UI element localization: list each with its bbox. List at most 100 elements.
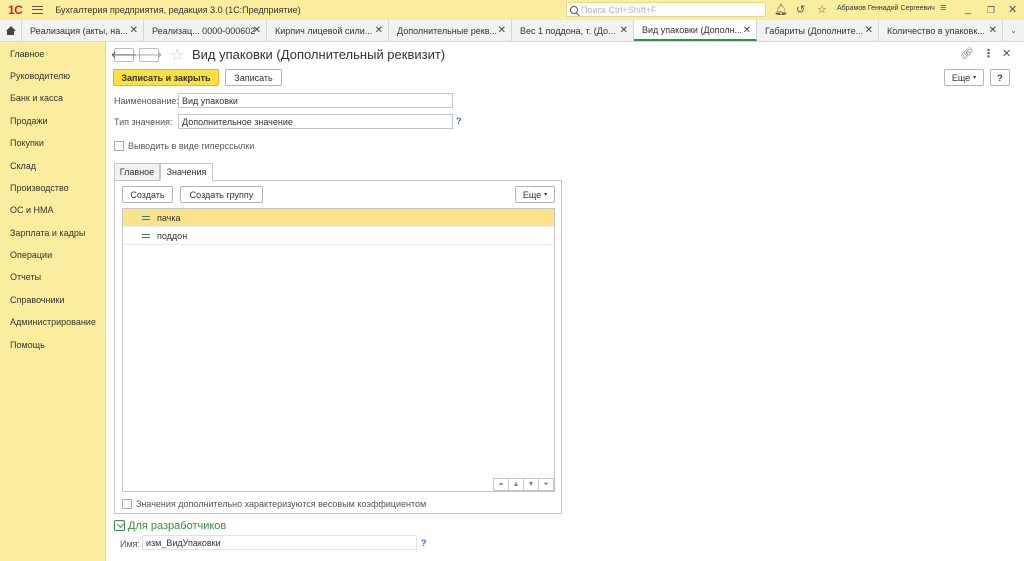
tab-package-type[interactable]: Вид упаковки (Дополн... ✕ — [634, 20, 757, 41]
restore-icon[interactable]: ❐ — [987, 5, 995, 16]
sidebar-item-fixed-assets[interactable]: ОС и НМА — [0, 199, 105, 221]
values-list[interactable]: пачка поддон ⏶ ▲ ▼ ⏷ — [122, 208, 555, 492]
search-box[interactable] — [566, 2, 766, 17]
minimize-icon[interactable]: _ — [965, 3, 971, 15]
list-item[interactable]: пачка — [123, 209, 554, 227]
scroll-top-button[interactable]: ⏶ — [493, 478, 509, 491]
tab-main[interactable]: Главное — [114, 163, 160, 181]
close-icon[interactable]: ✕ — [130, 25, 138, 36]
back-button[interactable]: 🡐 — [111, 48, 137, 62]
tab-label: Габариты (Дополните... — [765, 25, 864, 36]
internal-name-help-icon[interactable]: ? — [421, 538, 427, 548]
close-icon[interactable]: ✕ — [498, 25, 506, 36]
sidebar-item-production[interactable]: Производство — [0, 177, 105, 199]
tab-label: Количество в упаковк... — [887, 25, 985, 36]
sidebar-item-payroll[interactable]: Зарплата и кадры — [0, 222, 105, 244]
values-more-button[interactable]: Еще ▾ — [515, 186, 555, 203]
weight-coefficient-checkbox[interactable] — [122, 499, 132, 509]
close-icon[interactable]: ✕ — [253, 25, 261, 36]
app-title: Бухгалтерия предприятия, редакция 3.0 (1… — [55, 5, 301, 15]
title-bar: 1С Бухгалтерия предприятия, редакция 3.0… — [0, 0, 1024, 20]
chevron-down-icon[interactable] — [114, 520, 125, 531]
sidebar: Главное Руководителю Банк и касса Продаж… — [0, 42, 106, 561]
save-and-close-button[interactable]: Записать и закрыть — [113, 69, 219, 86]
link-icon[interactable]: 🔗︎ — [960, 47, 974, 60]
sidebar-item-manager[interactable]: Руководителю — [0, 65, 105, 87]
name-input[interactable]: Вид упаковки — [178, 93, 453, 108]
sidebar-item-bank[interactable]: Банк и касса — [0, 87, 105, 109]
tab-pallet-weight[interactable]: Вес 1 поддона, т. (До... ✕ — [512, 20, 634, 41]
internal-name-label: Имя: — [120, 539, 141, 549]
more-vertical-icon[interactable]: ⋮ — [983, 47, 994, 60]
developers-section-title[interactable]: Для разработчиков — [128, 520, 226, 532]
sidebar-item-references[interactable]: Справочники — [0, 289, 105, 311]
sidebar-item-help[interactable]: Помощь — [0, 333, 105, 355]
search-input[interactable] — [581, 4, 761, 15]
list-item-label: пачка — [157, 212, 181, 223]
down-icon: ▼ — [527, 481, 535, 488]
scroll-bottom-button[interactable]: ⏷ — [538, 478, 554, 491]
weight-coefficient-label[interactable]: Значения дополнительно характеризуются в… — [136, 499, 426, 509]
sidebar-item-sales[interactable]: Продажи — [0, 110, 105, 132]
tab-brick[interactable]: Кирпич лицевой сили... ✕ — [267, 20, 389, 41]
help-button[interactable]: ? — [990, 69, 1010, 86]
tabs-overflow-chevron-icon[interactable]: ⌄ — [1003, 20, 1024, 41]
sidebar-item-reports[interactable]: Отчеты — [0, 266, 105, 288]
save-button[interactable]: Записать — [225, 69, 282, 86]
scroll-up-button[interactable]: ▲ — [508, 478, 524, 491]
more-label: Еще — [951, 72, 971, 83]
favorites-star-icon[interactable]: ☆ — [817, 3, 827, 16]
history-icon[interactable]: ↺ — [796, 3, 805, 16]
tab-additional-attrs[interactable]: Дополнительные рекв... ✕ — [389, 20, 512, 41]
hyperlink-label[interactable]: Выводить в виде гиперссылки — [128, 141, 254, 151]
forward-button[interactable]: 🡒 — [136, 48, 162, 62]
tab-quantity-in-package[interactable]: Количество в упаковк... ✕ — [879, 20, 1003, 41]
sidebar-item-operations[interactable]: Операции — [0, 244, 105, 266]
bell-icon[interactable]: 🔔︎ — [774, 3, 788, 16]
internal-name-input[interactable]: изм_ВидУпаковки — [142, 535, 417, 550]
scroll-controls: ⏶ ▲ ▼ ⏷ — [493, 478, 554, 491]
value-type-input[interactable]: Дополнительное значение — [178, 114, 453, 129]
close-icon[interactable]: ✕ — [620, 25, 628, 36]
list-item[interactable]: поддон — [123, 227, 554, 245]
favorite-star-icon[interactable]: ☆ — [170, 45, 184, 65]
close-form-icon[interactable]: ✕ — [1002, 47, 1011, 60]
sidebar-item-purchases[interactable]: Покупки — [0, 132, 105, 154]
dropdown-arrow-icon: ▾ — [973, 75, 977, 81]
home-icon — [5, 26, 16, 35]
menu-icon[interactable] — [32, 6, 44, 14]
create-button[interactable]: Создать — [122, 186, 173, 203]
tab-label: Реализация (акты, на... — [30, 25, 128, 36]
up-icon: ▲ — [512, 481, 520, 488]
close-icon[interactable]: ✕ — [865, 25, 873, 36]
sidebar-item-administration[interactable]: Администрирование — [0, 311, 105, 333]
more-button[interactable]: Еще ▾ — [944, 69, 984, 86]
tab-dimensions[interactable]: Габариты (Дополните... ✕ — [757, 20, 879, 41]
close-window-icon[interactable]: ✕ — [1008, 3, 1017, 16]
tab-realization-doc[interactable]: Реализац... 0000-000602 ✕ — [144, 20, 267, 41]
sidebar-item-main[interactable]: Главное — [0, 42, 105, 64]
search-icon[interactable] — [570, 5, 578, 14]
value-type-label: Тип значения: — [114, 117, 173, 127]
more-label: Еще — [522, 189, 542, 200]
double-up-icon: ⏶ — [498, 480, 504, 488]
app-logo: 1С — [8, 3, 23, 17]
arrow-right-icon: 🡒 — [135, 50, 163, 61]
sidebar-item-warehouse[interactable]: Склад — [0, 154, 105, 176]
home-tab[interactable] — [0, 20, 22, 41]
create-group-button[interactable]: Создать группу — [180, 186, 263, 203]
open-tabs-bar: Реализация (акты, на... ✕ Реализац... 00… — [0, 20, 1024, 42]
tab-values[interactable]: Значения — [160, 163, 213, 181]
user-name[interactable]: Абрамов Геннадий Сергеевич — [837, 5, 935, 12]
hyperlink-checkbox[interactable] — [114, 141, 124, 151]
form-area: 🡐 🡒 ☆ Вид упаковки (Дополнительный рекви… — [106, 42, 1024, 561]
close-icon[interactable]: ✕ — [989, 25, 997, 36]
close-icon[interactable]: ✕ — [375, 25, 383, 36]
close-icon[interactable]: ✕ — [743, 25, 751, 36]
double-down-icon: ⏷ — [543, 480, 549, 488]
scroll-down-button[interactable]: ▼ — [523, 478, 539, 491]
tab-realization-acts[interactable]: Реализация (акты, на... ✕ — [22, 20, 144, 41]
value-type-help-icon[interactable]: ? — [456, 116, 462, 126]
name-label: Наименование: — [114, 96, 179, 106]
settings-menu-icon[interactable]: ≡ — [940, 2, 946, 14]
